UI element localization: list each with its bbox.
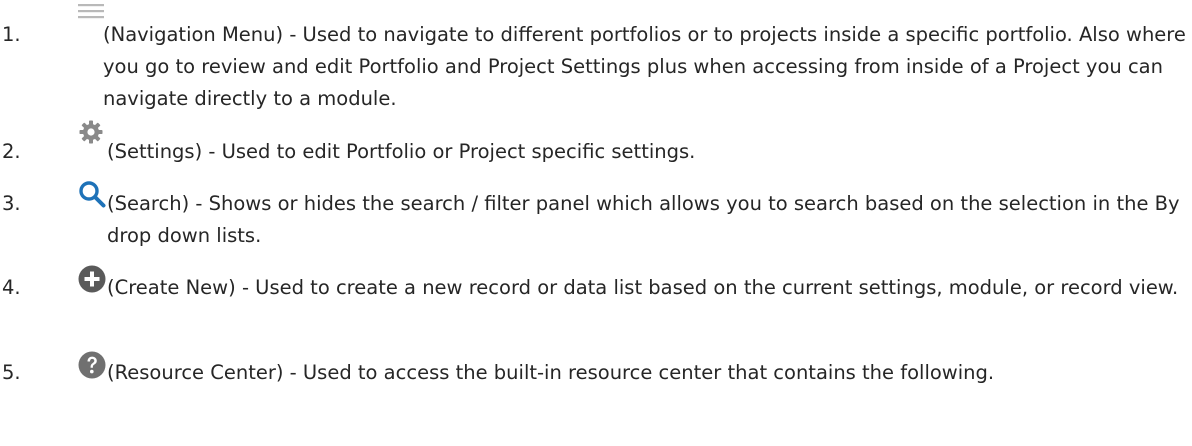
list-item-text: (Navigation Menu) - Used to navigate to … bbox=[103, 23, 1186, 110]
list-number: 4. bbox=[2, 276, 21, 299]
list-number: 1. bbox=[2, 23, 21, 46]
list-number: 2. bbox=[2, 140, 21, 163]
list-number: 5. bbox=[2, 361, 21, 384]
list-item-text: (Create New) - Used to create a new reco… bbox=[107, 276, 1179, 299]
list-item-text: (Resource Center) - Used to access the b… bbox=[107, 361, 995, 384]
list-item-text: (Search) - Shows or hides the search / f… bbox=[107, 192, 1180, 247]
hamburger-menu-icon bbox=[78, 4, 104, 19]
list-item-text: (Settings) - Used to edit Portfolio or P… bbox=[107, 140, 696, 163]
list-number: 3. bbox=[2, 192, 21, 215]
